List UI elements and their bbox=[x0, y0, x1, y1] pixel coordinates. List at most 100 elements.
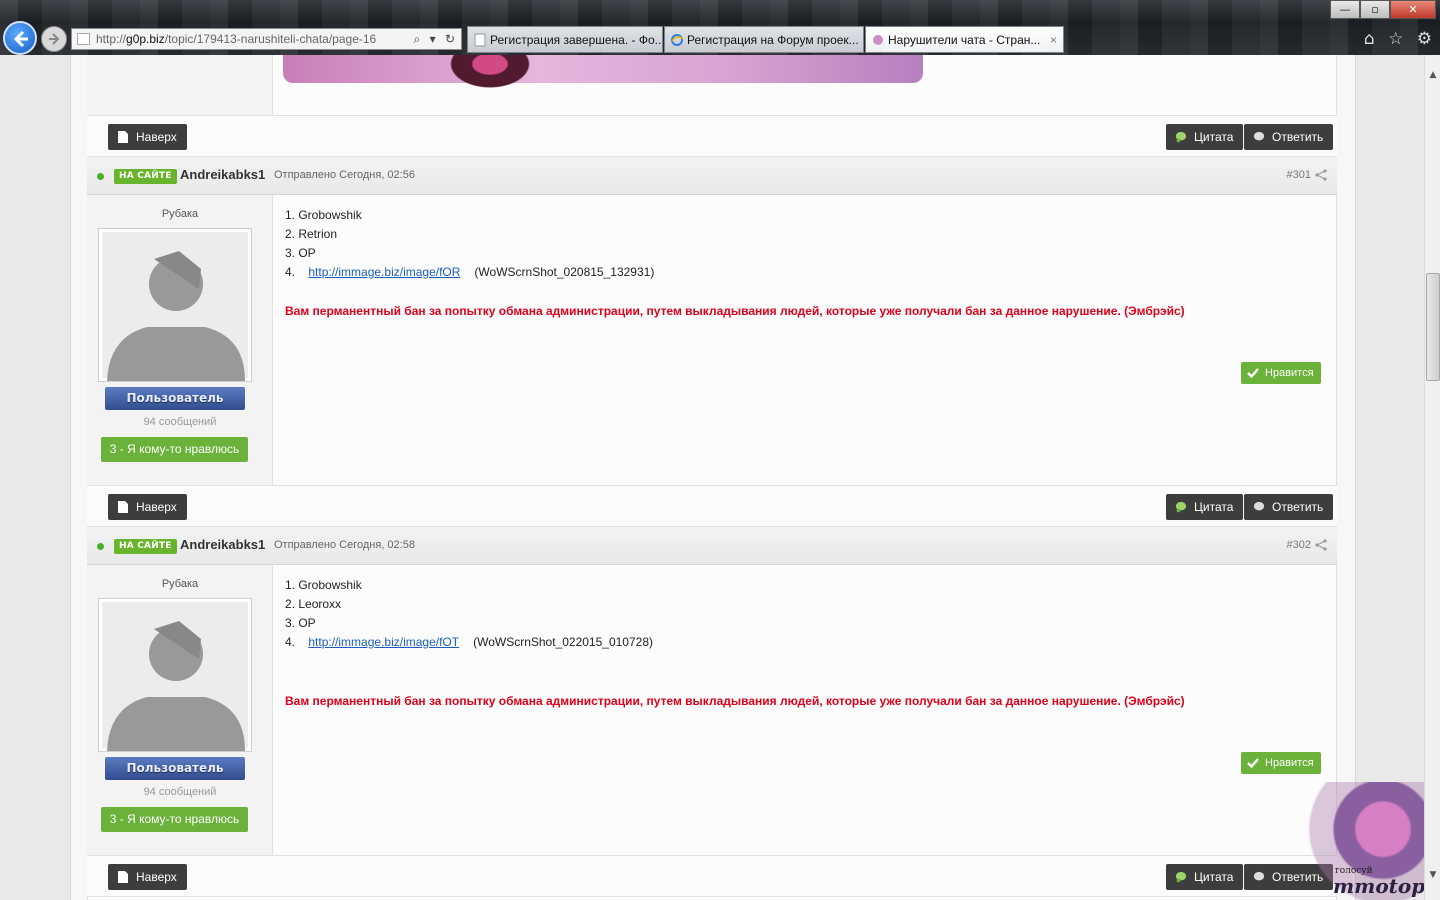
share-icon[interactable] bbox=[1315, 539, 1327, 551]
post-header: НА САЙТЕ Andreikabks1 Отправлено Сегодня… bbox=[87, 157, 1337, 195]
list-item: 3. OP bbox=[285, 616, 316, 630]
dropdown-chevron-icon[interactable]: ▾ bbox=[430, 32, 436, 46]
online-status-dot bbox=[97, 543, 104, 550]
list-item: 1. Grobowshik bbox=[285, 208, 362, 222]
settings-gear-icon[interactable]: ⚙ bbox=[1417, 29, 1432, 49]
close-window-button[interactable]: ✕ bbox=[1390, 0, 1436, 19]
tab-close-icon[interactable]: × bbox=[1050, 27, 1057, 52]
post-count: 94 сообщений bbox=[143, 786, 217, 798]
default-avatar-icon bbox=[107, 251, 245, 381]
favorites-star-icon[interactable]: ☆ bbox=[1388, 29, 1403, 49]
share-icon[interactable] bbox=[1315, 169, 1327, 181]
avatar[interactable] bbox=[98, 598, 252, 752]
quote-label: Цитата bbox=[1194, 130, 1234, 144]
maximize-button[interactable]: ▫ bbox=[1360, 0, 1390, 19]
reputation-button[interactable]: 3 - Я кому-то нравлюсь bbox=[101, 807, 248, 832]
list-item: 2. Retrion bbox=[285, 227, 338, 241]
page-favicon-icon bbox=[77, 33, 90, 45]
author-column bbox=[87, 55, 273, 115]
ie-logo-icon bbox=[671, 34, 684, 46]
address-bar[interactable]: http://g0p.biz/topic/179413-narushiteli-… bbox=[71, 28, 462, 50]
tab-registration-complete[interactable]: Регистрация завершена. - Фо... bbox=[467, 26, 663, 53]
back-button[interactable] bbox=[3, 21, 37, 55]
vertical-scrollbar[interactable]: ▲ ▼ bbox=[1424, 55, 1440, 900]
toolbar-icons: ⌂ ☆ ⚙ bbox=[1356, 29, 1432, 49]
scroll-top-button[interactable]: Наверх bbox=[108, 124, 187, 150]
tab-title: Регистрация завершена. - Фо... bbox=[490, 33, 663, 47]
scroll-top-button[interactable]: Наверх bbox=[108, 494, 187, 520]
refresh-icon[interactable]: ↻ bbox=[445, 32, 455, 46]
quote-label: Цитата bbox=[1194, 500, 1234, 514]
signature-artwork bbox=[430, 55, 530, 100]
checkmark-icon bbox=[1247, 758, 1259, 769]
document-icon bbox=[118, 871, 128, 883]
author-name[interactable]: Andreikabks1 bbox=[180, 537, 265, 552]
reply-bubble-icon bbox=[1253, 501, 1265, 511]
author-name[interactable]: Andreikabks1 bbox=[180, 167, 265, 182]
window-controls: — ▫ ✕ bbox=[1330, 0, 1436, 20]
list-item-number: 4. bbox=[285, 635, 296, 649]
reputation-button[interactable]: 3 - Я кому-то нравлюсь bbox=[101, 437, 248, 462]
post-count: 94 сообщений bbox=[143, 416, 217, 428]
list-item-number: 4. bbox=[285, 265, 296, 279]
list-item: 2. Leoroxx bbox=[285, 597, 342, 611]
avatar[interactable] bbox=[98, 228, 252, 382]
forward-button[interactable] bbox=[41, 26, 67, 52]
like-label: Нравится bbox=[1265, 367, 1314, 379]
scroll-top-label: Наверх bbox=[136, 130, 177, 144]
quote-button[interactable]: Цитата bbox=[1166, 124, 1244, 150]
reply-button[interactable]: Ответить bbox=[1244, 124, 1334, 150]
tab-chat-violators[interactable]: Нарушители чата - Стран... × bbox=[865, 26, 1064, 53]
quote-label: Цитата bbox=[1194, 870, 1234, 884]
scroll-up-arrow-icon[interactable]: ▲ bbox=[1425, 67, 1440, 84]
minimize-button[interactable]: — bbox=[1330, 0, 1360, 19]
reply-bubble-icon bbox=[1253, 131, 1265, 141]
post-number-link[interactable]: #302 bbox=[1287, 539, 1311, 551]
reply-button[interactable]: Ответить bbox=[1244, 494, 1334, 520]
quote-bubble-icon bbox=[1175, 501, 1187, 513]
post-number-link[interactable]: #301 bbox=[1287, 169, 1311, 181]
document-icon bbox=[118, 501, 128, 513]
quote-bubble-icon bbox=[1175, 871, 1187, 883]
scroll-top-button[interactable]: Наверх bbox=[108, 864, 187, 890]
like-button[interactable]: Нравится bbox=[1241, 362, 1321, 384]
default-avatar-icon bbox=[107, 621, 245, 751]
tab-title: Регистрация на Форум проек... bbox=[687, 33, 859, 47]
post-action-bar: Наверх Цитата Ответить bbox=[87, 115, 1337, 157]
back-arrow-icon bbox=[13, 30, 28, 48]
reply-bubble-icon bbox=[1253, 871, 1265, 881]
search-icon[interactable]: ⌕ bbox=[413, 32, 420, 46]
document-icon bbox=[118, 131, 128, 143]
page-icon bbox=[474, 33, 486, 47]
list-item: 1. Grobowshik bbox=[285, 578, 362, 592]
screenshot-link[interactable]: http://immage.biz/image/fOR bbox=[308, 265, 460, 279]
home-icon[interactable]: ⌂ bbox=[1364, 29, 1375, 49]
list-item: 4. http://immage.biz/image/fOR (WoWScrnSh… bbox=[285, 263, 654, 282]
tab-forum-registration[interactable]: Регистрация на Форум проек... bbox=[664, 26, 864, 53]
post-action-bar: Наверх Цитата Ответить bbox=[87, 855, 1337, 897]
site-favicon-icon bbox=[873, 35, 883, 45]
checkmark-icon bbox=[1247, 368, 1259, 379]
list-item: 4. http://immage.biz/image/fOT (WoWScrnSh… bbox=[285, 633, 653, 652]
post-timestamp: Отправлено Сегодня, 02:58 bbox=[274, 539, 415, 551]
url-prefix: http:// bbox=[96, 32, 127, 46]
scroll-down-arrow-icon[interactable]: ▼ bbox=[1425, 867, 1440, 884]
mmotop-logo: mmotop bbox=[1333, 874, 1426, 898]
ban-message: Вам перманентный бан за попытку обмана а… bbox=[285, 694, 1185, 708]
group-badge: Пользователь bbox=[105, 757, 245, 780]
like-button[interactable]: Нравится bbox=[1241, 752, 1321, 774]
quote-button[interactable]: Цитата bbox=[1166, 864, 1244, 890]
browser-chrome: http://g0p.biz/topic/179413-narushiteli-… bbox=[0, 0, 1440, 55]
post-body: 1. Grobowshik 2. Retrion 3. OP 4. http:/… bbox=[285, 206, 654, 282]
quote-button[interactable]: Цитата bbox=[1166, 494, 1244, 520]
scroll-thumb[interactable] bbox=[1426, 273, 1440, 381]
online-badge: НА САЙТЕ bbox=[114, 169, 177, 184]
screenshot-link[interactable]: http://immage.biz/image/fOT bbox=[308, 635, 459, 649]
mmotop-vote-widget[interactable]: голосуй mmotop bbox=[1285, 782, 1425, 900]
screenshot-filename: (WoWScrnShot_022015_010728) bbox=[473, 635, 653, 649]
post-timestamp: Отправлено Сегодня, 02:56 bbox=[274, 169, 415, 181]
screenshot-filename: (WoWScrnShot_020815_132931) bbox=[474, 265, 655, 279]
rank-title: Рубака bbox=[161, 208, 199, 220]
post-header: НА САЙТЕ Andreikabks1 Отправлено Сегодня… bbox=[87, 527, 1337, 565]
post-body: 1. Grobowshik 2. Leoroxx 3. OP 4. http:/… bbox=[285, 576, 653, 652]
